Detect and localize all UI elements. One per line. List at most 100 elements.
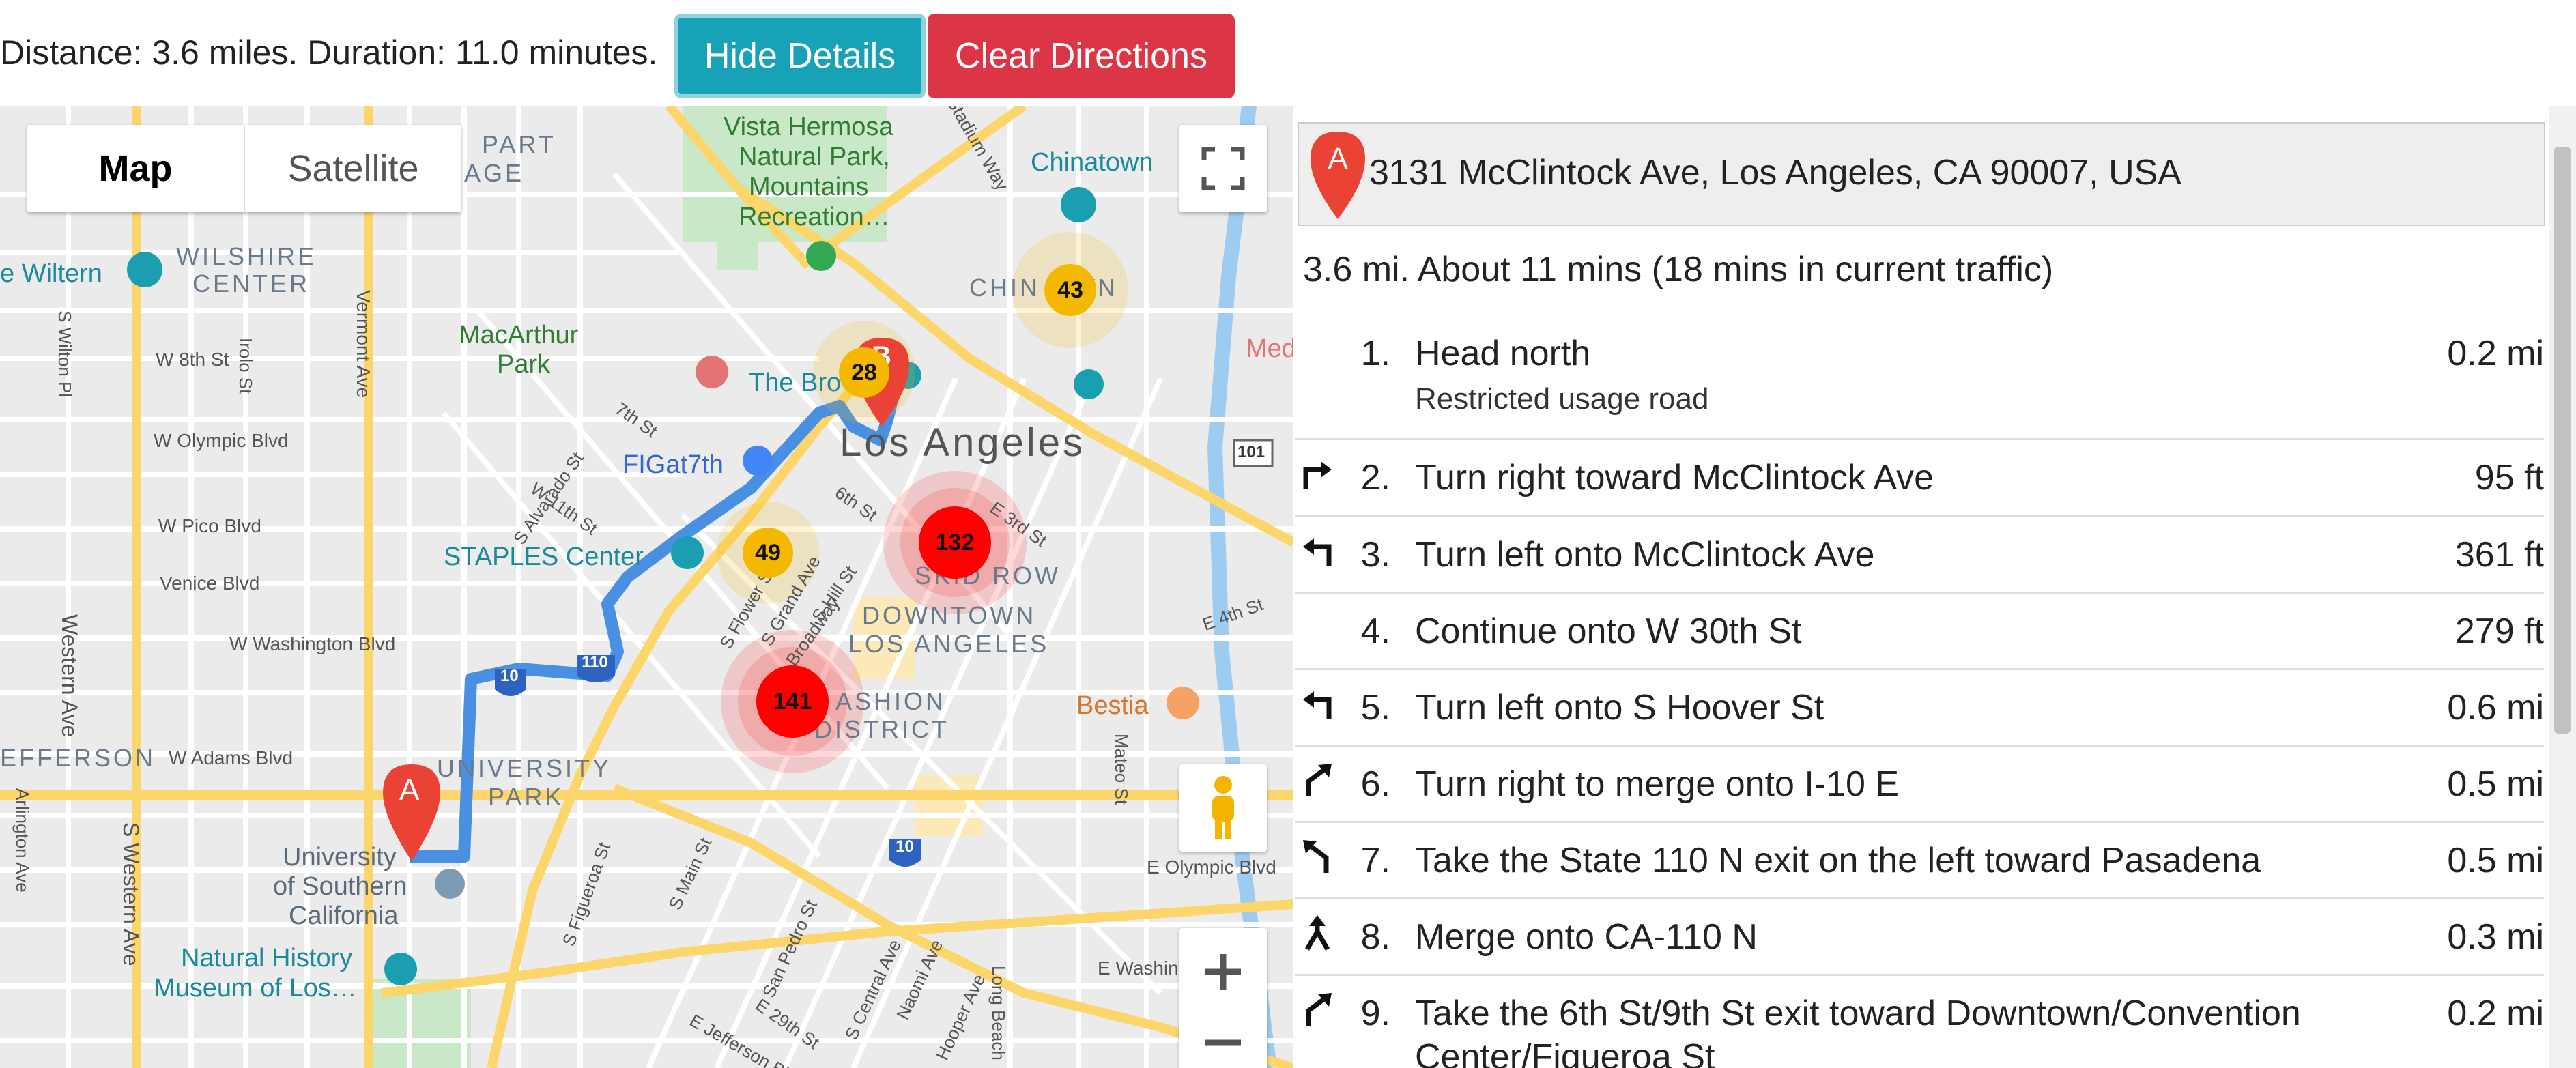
- step-note: Restricted usage road: [1415, 382, 1709, 416]
- highway-shield-label: 10: [500, 667, 519, 685]
- street-label: W Washington Blvd: [229, 633, 396, 654]
- zoom-control: [1179, 928, 1267, 1068]
- street-label: E Olympic Blvd: [1147, 856, 1276, 878]
- street-view-pegman-button[interactable]: [1179, 764, 1267, 852]
- directions-scrollbar[interactable]: [2549, 106, 2576, 1068]
- map-type-control: Map Satellite: [27, 125, 461, 212]
- marker-cluster[interactable]: 43: [1044, 264, 1096, 316]
- zoom-out-button[interactable]: [1179, 1015, 1267, 1068]
- step-number: 9.: [1360, 994, 1390, 1033]
- step-distance: 95 ft: [2474, 458, 2544, 497]
- origin-waypoint[interactable]: A 3131 McClintock Ave, Los Angeles, CA 9…: [1298, 122, 2545, 226]
- step-number: 5.: [1360, 688, 1390, 727]
- marker-cluster[interactable]: 28: [839, 347, 889, 398]
- step-instruction: Continue onto W 30th St: [1415, 611, 1802, 651]
- marker-cluster[interactable]: 132: [919, 506, 991, 579]
- map-canvas[interactable]: Vista Hermosa Natural Park, Mountains Re…: [0, 106, 1293, 1068]
- directions-toolbar: Distance: 3.6 miles. Duration: 11.0 minu…: [0, 0, 2576, 102]
- ramp-left-icon: [1303, 840, 1329, 873]
- direction-step[interactable]: 6. Turn right to merge onto I-10 E 0.5 mi: [1295, 745, 2544, 823]
- origin-marker-label: A: [1328, 142, 1348, 175]
- hide-details-button[interactable]: Hide Details: [674, 14, 926, 98]
- step-instruction: Turn left onto McClintock Ave: [1415, 535, 1875, 575]
- map-label: Chinatown: [1031, 148, 1154, 177]
- step-distance: 0.2 mi: [2447, 334, 2544, 373]
- scrollbar-thumb[interactable]: [2554, 147, 2571, 734]
- step-instruction: Take the State 110 N exit on the left to…: [1415, 841, 2261, 880]
- direction-step[interactable]: 5. Turn left onto S Hoover St 0.6 mi: [1295, 668, 2544, 747]
- step-instruction: Turn right to merge onto I-10 E: [1415, 764, 1900, 804]
- step-number: 8.: [1360, 917, 1390, 957]
- map-label: PART: [482, 130, 556, 158]
- step-distance: 361 ft: [2455, 535, 2544, 575]
- map-label: University: [283, 843, 397, 871]
- map-label: e Wiltern: [0, 259, 102, 288]
- marker-cluster[interactable]: 49: [743, 528, 793, 578]
- ramp-right-icon: [1306, 993, 1332, 1026]
- step-distance: 0.6 mi: [2447, 688, 2544, 727]
- step-instruction: Take the 6th St/9th St exit toward Downt…: [1415, 994, 2301, 1033]
- direction-step[interactable]: 4. Continue onto W 30th St 279 ft: [1295, 592, 2544, 670]
- route-start-marker[interactable]: A: [399, 773, 419, 807]
- map-label: AGE: [464, 159, 525, 187]
- clear-directions-button[interactable]: Clear Directions: [928, 14, 1235, 98]
- map-label: STAPLES Center: [444, 543, 644, 571]
- step-distance: 279 ft: [2455, 611, 2544, 651]
- street-label: S Wilton Pl: [55, 311, 75, 398]
- plus-icon: [1205, 954, 1241, 990]
- street-label: W Adams Blvd: [169, 747, 294, 768]
- step-instruction-cont: Center/Figueroa St: [1415, 1037, 1715, 1068]
- map-label: CENTER: [192, 270, 311, 298]
- map-pin-icon: A: [1311, 132, 1365, 219]
- step-distance: 0.3 mi: [2447, 917, 2544, 957]
- fullscreen-button[interactable]: [1179, 125, 1267, 212]
- street-label: Western Ave: [57, 614, 82, 738]
- ramp-right-icon: [1306, 764, 1332, 796]
- step-instruction: Merge onto CA-110 N: [1415, 917, 1758, 957]
- map-label: DOWNTOWN: [862, 601, 1037, 629]
- map-label: Med: [1246, 334, 1293, 363]
- route-summary: 3.6 mi. About 11 mins (18 mins in curren…: [1303, 250, 2054, 289]
- direction-step[interactable]: 1. Head north Restricted usage road 0.2 mi: [1295, 314, 2544, 440]
- map-label: The Bro: [749, 369, 842, 397]
- street-label: Venice Blvd: [160, 573, 260, 594]
- step-distance: 0.2 mi: [2447, 994, 2544, 1033]
- map-type-satellite-button[interactable]: Satellite: [245, 125, 461, 212]
- map-label: Museum of Los…: [154, 974, 357, 1002]
- map-label: FIGat7th: [622, 450, 724, 479]
- distance-duration-text: Distance: 3.6 miles. Duration: 11.0 minu…: [0, 33, 658, 72]
- map-label: Park: [497, 350, 551, 379]
- map-label: DISTRICT: [814, 715, 949, 743]
- merge-icon: [1304, 915, 1330, 951]
- pegman-icon: [1212, 776, 1234, 839]
- street-label: Irolo St: [235, 338, 256, 394]
- direction-step[interactable]: 9. Take the 6th St/9th St exit toward Dow…: [1295, 974, 2544, 1068]
- direction-step[interactable]: 3. Turn left onto McClintock Ave 361 ft: [1295, 515, 2544, 594]
- direction-step[interactable]: 8. Merge onto CA-110 N 0.3 mi: [1295, 897, 2544, 976]
- highway-shield-label: 110: [582, 653, 608, 672]
- map-label: Mountains: [749, 173, 869, 201]
- street-label: W Pico Blvd: [158, 515, 261, 536]
- map-label: of Southern: [273, 872, 407, 901]
- map-type-map-button[interactable]: Map: [27, 125, 245, 212]
- zoom-in-button[interactable]: [1179, 928, 1267, 1015]
- direction-step[interactable]: 2. Turn right toward McClintock Ave 95 ft: [1295, 438, 2544, 517]
- step-instruction: Turn left onto S Hoover St: [1415, 688, 1824, 727]
- map-label: LOS ANGELES: [848, 630, 1050, 658]
- street-label: Mateo St: [1111, 734, 1132, 805]
- highway-shield-label: 101: [1237, 443, 1265, 461]
- map-label: Recreation…: [739, 203, 890, 231]
- turn-left-icon: [1303, 538, 1332, 566]
- map-label: MacArthur: [459, 321, 579, 349]
- turn-right-icon: [1303, 461, 1332, 489]
- direction-step[interactable]: 7. Take the State 110 N exit on the left …: [1295, 821, 2544, 899]
- marker-cluster[interactable]: 141: [756, 665, 829, 738]
- map-label: Bestia: [1076, 691, 1149, 720]
- map-label: Los Angeles: [840, 420, 1086, 465]
- map-label: WILSHIRE: [176, 242, 317, 270]
- map-label: Vista Hermosa: [724, 113, 893, 141]
- map-label: Natural History: [181, 944, 353, 972]
- map-label: EFFERSON: [0, 744, 156, 772]
- street-label: W Olympic Blvd: [154, 430, 289, 451]
- map-label: PARK: [488, 783, 564, 811]
